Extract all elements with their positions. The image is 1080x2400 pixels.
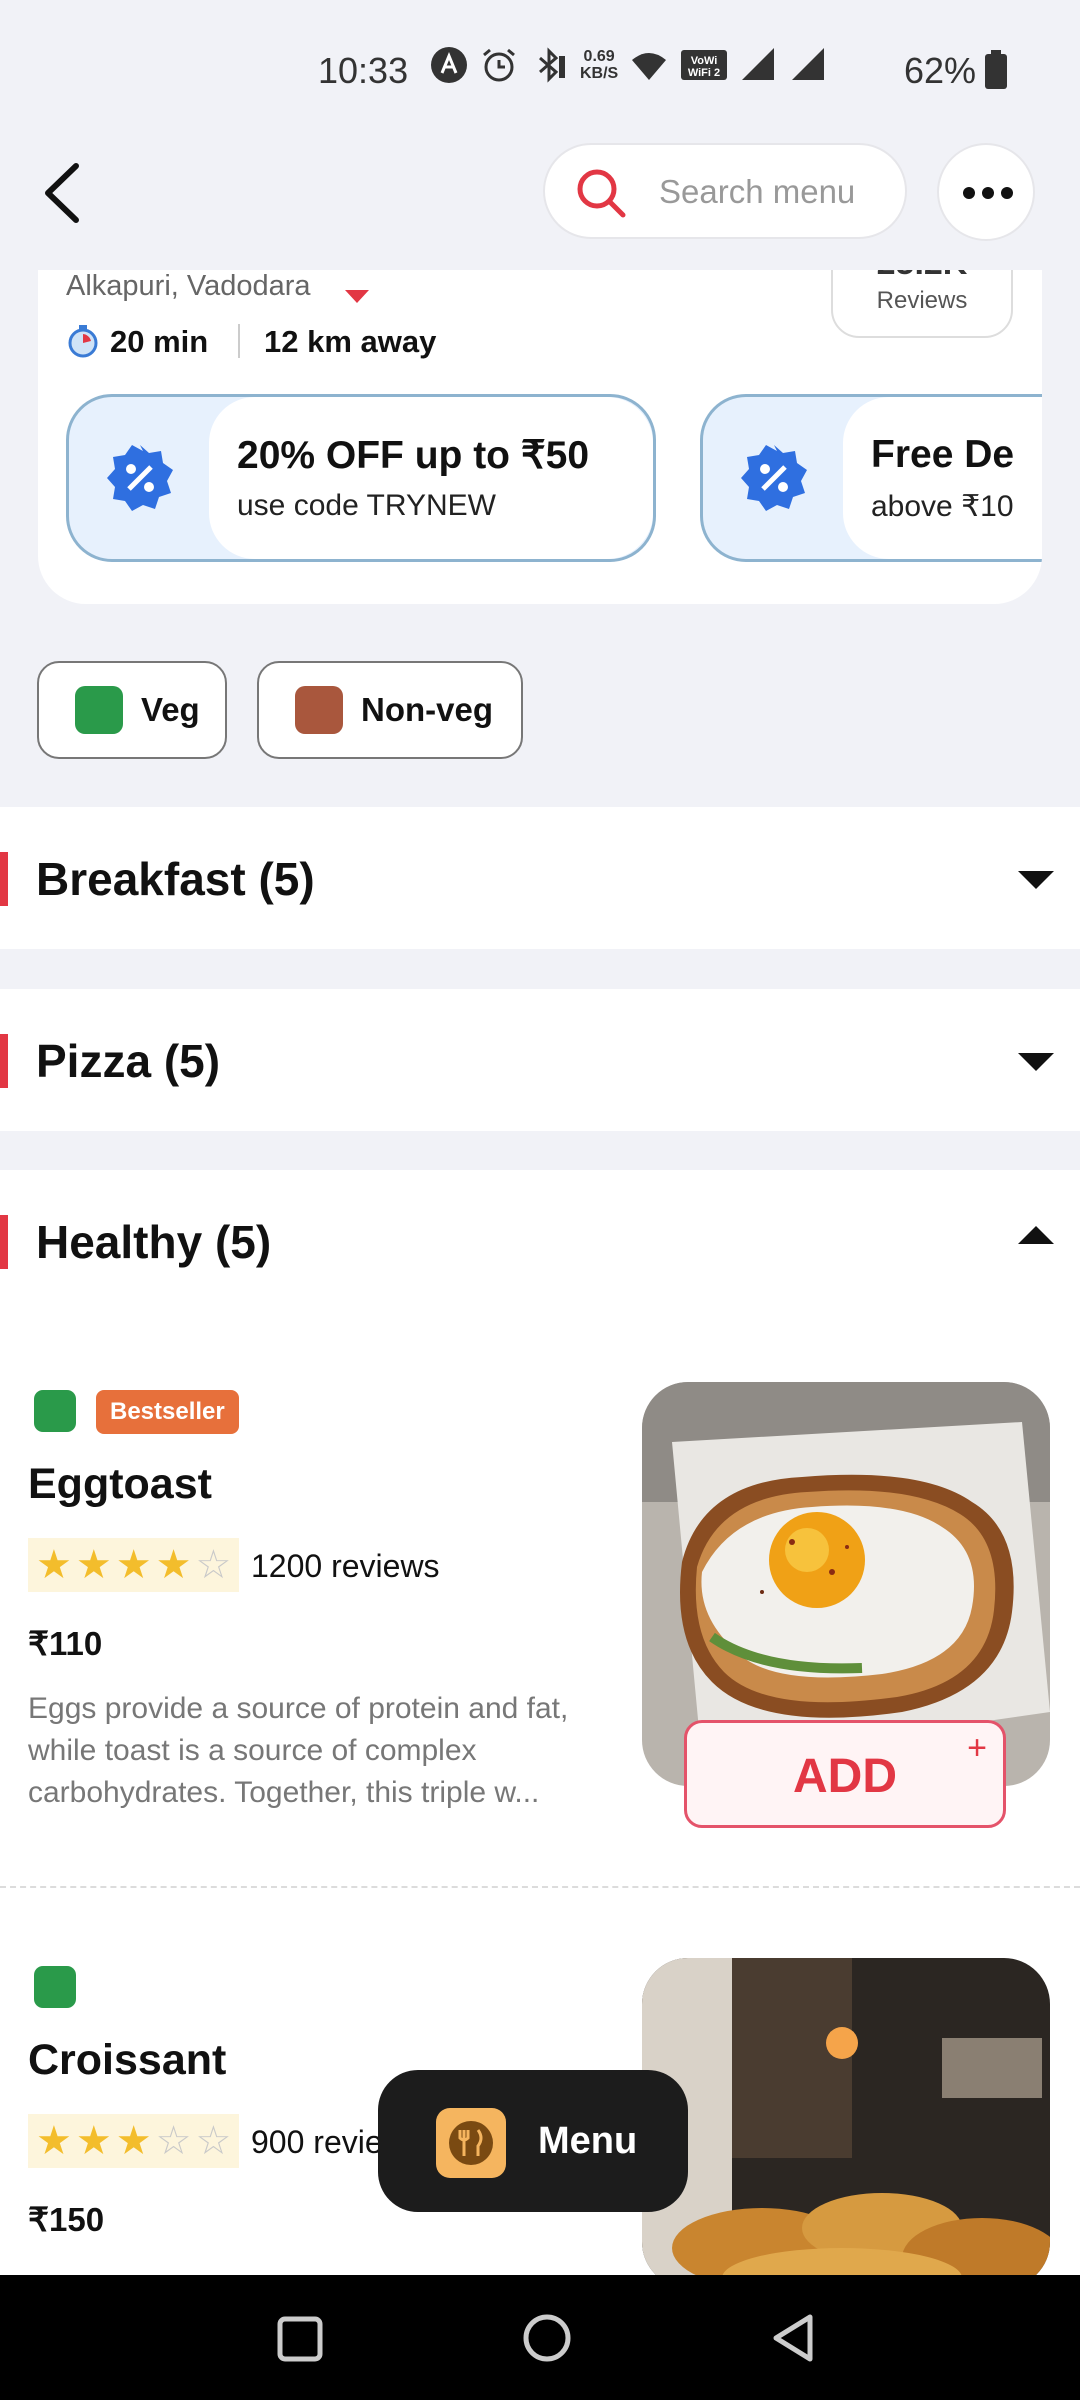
reviews-badge[interactable]: 25.2K Reviews (831, 270, 1013, 338)
location-dropdown-icon[interactable] (345, 290, 369, 303)
section-healthy[interactable]: Healthy (5) (0, 1170, 1080, 1312)
dish-name[interactable]: Croissant (28, 2036, 226, 2085)
back-nav-icon[interactable] (770, 2313, 818, 2363)
recents-icon[interactable] (276, 2315, 324, 2363)
section-breakfast[interactable]: Breakfast (5) (0, 807, 1080, 949)
svg-text:VoWi: VoWi (691, 55, 718, 67)
section-pizza[interactable]: Pizza (5) (0, 989, 1080, 1131)
more-options-button[interactable] (937, 143, 1035, 241)
filter-label: Veg (141, 691, 200, 728)
status-icons: 0.69 KB/S VoWi WiFi 2 (430, 46, 828, 84)
nonveg-icon (295, 686, 343, 734)
reviews-label: Reviews (876, 287, 968, 314)
alarm-icon (483, 48, 515, 82)
divider (238, 324, 240, 358)
veg-indicator-icon (34, 1966, 76, 2008)
bestseller-badge: Bestseller (96, 1390, 239, 1434)
star-icon: ★ (115, 1543, 152, 1587)
filter-nonveg[interactable]: Non-veg (257, 661, 523, 759)
net-speed-value: 0.69 (583, 48, 615, 65)
add-to-cart-button[interactable]: ADD + (684, 1720, 1006, 1828)
discount-badge-icon (741, 445, 807, 511)
star-icon: ★ (75, 2119, 112, 2163)
section-title: Healthy (5) (36, 1216, 272, 1268)
more-dots-icon (963, 187, 1013, 199)
star-icon: ★ (155, 1543, 192, 1587)
dish-price: ₹150 (28, 2201, 105, 2238)
net-speed: 0.69 KB/S (580, 48, 618, 82)
dish-name[interactable]: Eggtoast (28, 1460, 212, 1509)
reviews-count: 25.2K (833, 270, 1011, 283)
status-time: 10:33 (318, 50, 409, 91)
offer-title: Free De (871, 433, 1015, 476)
filter-label: Non-veg (361, 691, 493, 728)
star-icon: ★ (75, 1543, 112, 1587)
add-label: ADD (793, 1750, 897, 1803)
restaurant-info-card: Alkapuri, Vadodara 20 min 12 km away 25.… (38, 270, 1042, 604)
offer-title: 20% OFF up to ₹50 (237, 434, 590, 477)
dish-price: ₹110 (28, 1625, 103, 1662)
dish-description: Eggs provide a source of protein and fat… (28, 1692, 569, 1809)
bluetooth-icon (539, 47, 565, 83)
app-icon (431, 47, 467, 83)
offer-subtitle: use code TRYNEW (237, 489, 496, 522)
discount-badge-icon (107, 445, 173, 511)
section-title: Pizza (5) (36, 1035, 221, 1087)
system-nav-bar (0, 2275, 1080, 2400)
star-rating: ★ ★ ★ ☆ ☆ (28, 2114, 240, 2168)
star-outline-icon: ☆ (155, 2119, 192, 2163)
chevron-down-icon (1018, 1053, 1054, 1071)
home-icon[interactable] (522, 2313, 572, 2363)
star-outline-icon: ☆ (195, 2119, 232, 2163)
section-accent (0, 852, 8, 906)
search-input[interactable]: Search menu (543, 143, 907, 239)
croissant-photo (642, 1958, 1050, 2288)
distance: 12 km away (264, 324, 437, 359)
search-placeholder: Search menu (659, 173, 856, 210)
veg-icon (75, 686, 123, 734)
offer-card[interactable]: Free De above ₹10 (700, 394, 1042, 562)
wifi-icon (632, 53, 667, 80)
veg-indicator-icon (34, 1390, 76, 1432)
star-rating: ★ ★ ★ ★ ☆ (28, 1538, 240, 1592)
offer-card[interactable]: 20% OFF up to ₹50 use code TRYNEW (66, 394, 656, 562)
search-icon (577, 169, 626, 218)
dish-divider (0, 1886, 1080, 1888)
delivery-time: 20 min (110, 324, 209, 359)
status-bar: 10:33 0.69 KB/S VoWi WiFi 2 62% (0, 0, 1080, 140)
signal-icon (792, 48, 825, 80)
offer-subtitle: above ₹10 (871, 490, 1014, 523)
svg-text:WiFi 2: WiFi 2 (688, 67, 720, 79)
star-icon: ★ (36, 1543, 72, 1587)
restaurant-location: Alkapuri, Vadodara (66, 270, 311, 302)
star-icon: ★ (115, 2119, 152, 2163)
chevron-up-icon (1018, 1226, 1054, 1244)
menu-button[interactable]: Menu (378, 2070, 688, 2212)
dish-image[interactable] (642, 1958, 1050, 2288)
battery-percent: 62% (904, 50, 977, 91)
net-speed-unit: KB/S (580, 65, 619, 82)
timer-icon (68, 325, 98, 358)
chevron-down-icon (1018, 871, 1054, 889)
vowifi-icon: VoWiWiFi 2 (681, 50, 728, 80)
filter-veg[interactable]: Veg (37, 661, 227, 759)
dish-reviews: 1200 reviews (251, 1548, 440, 1584)
menu-fork-knife-icon (436, 2108, 506, 2178)
plus-icon: + (967, 1729, 987, 1767)
menu-label: Menu (538, 2120, 638, 2162)
star-outline-icon: ☆ (195, 1543, 232, 1587)
section-title: Breakfast (5) (36, 853, 315, 905)
section-accent (0, 1215, 8, 1269)
signal-icon (742, 48, 775, 80)
star-icon: ★ (36, 2119, 72, 2163)
battery-icon (985, 50, 1007, 89)
back-arrow-icon[interactable] (36, 158, 96, 228)
section-accent (0, 1034, 8, 1088)
